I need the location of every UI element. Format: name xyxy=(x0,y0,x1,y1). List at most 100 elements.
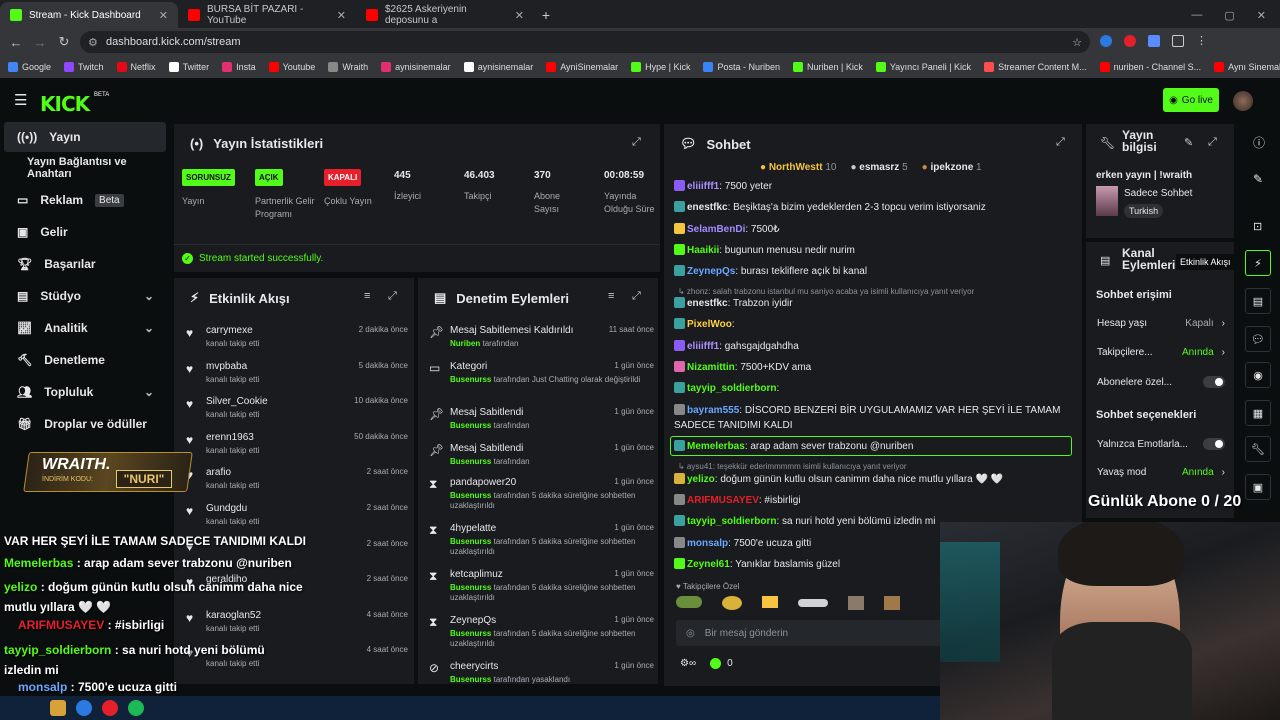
browser-tab-youtube-2[interactable]: $2625 Askeriyenin deposunu a ✕ xyxy=(356,2,534,28)
close-tab-icon[interactable]: ✕ xyxy=(159,9,168,22)
subs-only-toggle[interactable] xyxy=(1203,376,1225,388)
info-icon[interactable]: ⓘ xyxy=(1253,134,1265,151)
sidebar-item-stream-key[interactable]: Yayın Bağlantısı ve Anahtarı xyxy=(0,152,172,184)
hamburger-menu-icon[interactable]: ☰ xyxy=(14,91,27,109)
stats-rail-button[interactable]: ▦ xyxy=(1245,400,1271,426)
taskbar-app-icon[interactable] xyxy=(102,700,118,716)
site-info-icon[interactable]: ⚙ xyxy=(88,36,98,49)
bookmark-item[interactable]: Twitter xyxy=(168,62,209,72)
follower-name[interactable]: arafio xyxy=(206,467,231,478)
broadcast-rail-button[interactable]: ◉ xyxy=(1245,362,1271,388)
chat-input[interactable]: ◎ Bir mesaj gönderin xyxy=(676,620,946,646)
url-field[interactable]: ⚙ dashboard.kick.com/stream ☆ xyxy=(80,31,1090,53)
new-tab-button[interactable]: + xyxy=(534,2,558,28)
sidebar-item-gelir[interactable]: ▣ Gelir xyxy=(0,216,172,248)
sidebar-item-denetleme[interactable]: 🔨︎ Denetleme xyxy=(0,344,172,376)
sidebar-item-droplar[interactable]: 🎁︎ Droplar ve ödüller xyxy=(0,408,172,440)
follower-name[interactable]: carrymexe xyxy=(206,325,253,336)
points-display[interactable]: 0 xyxy=(710,658,733,669)
follower-name[interactable]: mvpbaba xyxy=(206,361,247,372)
emote-icon[interactable] xyxy=(798,599,828,607)
chat-username[interactable]: tayyip_soldierborn xyxy=(687,516,776,527)
moderator-name[interactable]: Busenurss xyxy=(450,675,491,684)
chat-username[interactable]: eliiifff1 xyxy=(687,341,719,352)
bookmark-star-icon[interactable]: ☆ xyxy=(1072,36,1082,49)
sidebar-item-yayin[interactable]: ((•)) Yayın xyxy=(4,122,166,152)
setting-account-age[interactable]: Hesap yaşı Kapalı › xyxy=(1097,318,1225,329)
setting-slow-mode[interactable]: Yavaş mod Anında › xyxy=(1097,467,1225,478)
settings-icon[interactable]: ⚙∞ xyxy=(680,658,696,669)
bookmark-item[interactable]: aynisinemalar xyxy=(381,62,451,72)
chat-rail-button[interactable]: 💬︎ xyxy=(1245,326,1271,352)
extension-icon[interactable] xyxy=(1148,35,1160,47)
bookmark-item[interactable]: Insta xyxy=(222,62,256,72)
bookmark-item[interactable]: Twitch xyxy=(64,62,104,72)
chat-username[interactable]: tayyip_soldierborn xyxy=(687,383,776,394)
layout-rail-button[interactable]: ▣ xyxy=(1245,474,1271,500)
moderator-name[interactable]: Busenurss xyxy=(450,421,491,430)
moderator-name[interactable]: Busenurss xyxy=(450,457,491,466)
follower-name[interactable]: Silver_Cookie xyxy=(206,396,268,407)
close-tab-icon[interactable]: ✕ xyxy=(337,9,346,22)
chat-username[interactable]: monsalp xyxy=(687,538,728,549)
close-window-icon[interactable]: ✕ xyxy=(1257,9,1266,22)
go-live-button[interactable]: ◉ Go live xyxy=(1163,88,1219,112)
bookmark-item[interactable]: aynisinemalar xyxy=(463,62,533,72)
expand-icon[interactable]: ⤢ xyxy=(1208,136,1217,149)
emote-icon[interactable] xyxy=(848,596,864,610)
chat-username[interactable]: enestfkc xyxy=(687,298,728,309)
filter-icon[interactable]: ≡ xyxy=(608,290,614,302)
moderator-name[interactable]: Busenurss xyxy=(450,537,491,546)
bookmark-item[interactable]: Aynı Sinemalar - Ça... xyxy=(1214,62,1280,72)
chat-username[interactable]: eliiifff1 xyxy=(687,181,719,192)
bookmark-item[interactable]: AyniSinemalar xyxy=(546,62,618,72)
channel-actions-icon[interactable]: ⊡ xyxy=(1253,220,1262,233)
follower-name[interactable]: Gundgdu xyxy=(206,503,247,514)
browser-tab-youtube-1[interactable]: BURSA BİT PAZARI - YouTube ✕ xyxy=(178,2,356,28)
emote-icon[interactable] xyxy=(722,596,742,610)
moderator-name[interactable]: Busenurss xyxy=(450,375,491,384)
chat-username[interactable]: yelizo xyxy=(687,474,715,485)
reload-icon[interactable]: ↻ xyxy=(52,34,76,50)
forward-icon[interactable]: → xyxy=(28,35,52,50)
chat-username[interactable]: Zeynel61 xyxy=(687,559,730,570)
activity-feed-rail-button[interactable]: ⚡︎ xyxy=(1245,250,1271,276)
expand-icon[interactable]: ⤢ xyxy=(1056,136,1065,149)
chat-username[interactable]: SelamBenDi xyxy=(687,224,745,235)
bookmark-item[interactable]: Youtube xyxy=(268,62,315,72)
bookmark-item[interactable]: Streamer Content M... xyxy=(984,62,1087,72)
emote-icon[interactable] xyxy=(676,596,702,608)
extensions-puzzle-icon[interactable] xyxy=(1172,35,1184,47)
sidebar-item-basarilar[interactable]: 🏆︎ Başarılar xyxy=(0,248,172,280)
expand-icon[interactable]: ⤢ xyxy=(632,136,641,149)
setting-followers-only[interactable]: Takipçilere... Anında › xyxy=(1097,347,1225,358)
close-tab-icon[interactable]: ✕ xyxy=(515,9,524,22)
expand-icon[interactable]: ⤢ xyxy=(388,290,397,303)
chat-username[interactable]: Nizamittin xyxy=(687,362,735,373)
chat-username[interactable]: enestfkc xyxy=(687,202,728,213)
user-avatar[interactable] xyxy=(1233,91,1253,111)
filter-icon[interactable]: ≡ xyxy=(364,290,370,302)
menu-icon[interactable]: ⋮ xyxy=(1196,35,1207,47)
moderator-name[interactable]: Busenurss xyxy=(450,491,491,500)
sidebar-item-analitik[interactable]: 📈︎ Analitik ⌄ xyxy=(0,312,172,344)
extension-icon[interactable] xyxy=(1100,35,1112,47)
taskbar-app-icon[interactable] xyxy=(128,700,144,716)
sidebar-item-reklam[interactable]: ▭ Reklam Beta xyxy=(0,184,172,216)
edit-pencil-icon[interactable]: ✎ xyxy=(1253,172,1263,186)
sidebar-item-studyo[interactable]: ▤ Stüdyo ⌄ xyxy=(0,280,172,312)
bookmark-item[interactable]: Hype | Kick xyxy=(631,62,690,72)
emote-icon[interactable] xyxy=(762,596,778,608)
maximize-icon[interactable]: ▢ xyxy=(1224,9,1234,22)
follower-name[interactable]: erenn1963 xyxy=(206,432,254,443)
chat-username[interactable]: ZeynepQs xyxy=(687,266,735,277)
moderator-name[interactable]: Busenurss xyxy=(450,583,491,592)
back-icon[interactable]: ← xyxy=(4,35,28,50)
moderator-name[interactable]: Busenurss xyxy=(450,629,491,638)
chat-username[interactable]: bayram555 xyxy=(687,405,739,416)
emote-icon[interactable] xyxy=(884,596,900,610)
chat-username[interactable]: Haaikii xyxy=(687,245,719,256)
chat-username[interactable]: PixelWoo xyxy=(687,319,732,330)
sidebar-item-topluluk[interactable]: 👥︎ Topluluk ⌄ xyxy=(0,376,172,408)
taskbar-app-icon[interactable] xyxy=(76,700,92,716)
